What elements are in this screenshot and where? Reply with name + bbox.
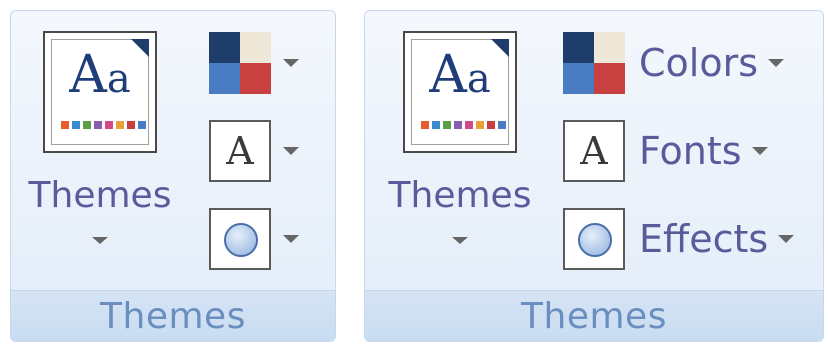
colors-button[interactable]: Colors <box>563 31 785 95</box>
swatch <box>454 121 462 129</box>
group-title: Themes <box>11 290 335 341</box>
effects-button[interactable] <box>209 207 299 271</box>
swatch <box>94 121 102 129</box>
themes-preview-text: Aa <box>69 45 131 105</box>
swatch <box>127 121 135 129</box>
chevron-down-icon <box>283 235 299 243</box>
chevron-down-icon <box>778 235 795 243</box>
swatch <box>138 121 146 129</box>
themes-preview-icon: Aa <box>43 31 157 153</box>
colors-button[interactable] <box>209 31 299 95</box>
swatch <box>116 121 124 129</box>
swatch <box>465 121 473 129</box>
fonts-button[interactable]: A <box>209 119 299 183</box>
themes-preview-icon: Aa <box>403 31 517 153</box>
chevron-down-icon <box>283 59 299 67</box>
theme-swatches <box>61 121 146 129</box>
effects-button[interactable]: Effects <box>563 207 795 271</box>
themes-preview-text: Aa <box>429 45 491 105</box>
themes-button[interactable]: Aa Themes <box>385 29 535 279</box>
swatch <box>476 121 484 129</box>
fonts-icon: A <box>209 120 271 182</box>
effects-icon <box>209 208 271 270</box>
swatch <box>498 121 506 129</box>
themes-group-expanded: Aa Themes Colors A Fonts Effects Themes <box>364 10 824 342</box>
themes-group-compact: Aa Themes A Themes <box>10 10 336 342</box>
effects-label: Effects <box>639 217 769 261</box>
fonts-label: Fonts <box>639 129 742 173</box>
effects-icon <box>563 208 625 270</box>
swatch <box>72 121 80 129</box>
themes-button[interactable]: Aa Themes <box>25 29 175 279</box>
chevron-down-icon <box>283 147 299 155</box>
swatch <box>61 121 69 129</box>
colors-icon <box>209 32 271 94</box>
swatch <box>83 121 91 129</box>
themes-button-label: Themes <box>388 175 532 216</box>
swatch <box>421 121 429 129</box>
theme-swatches <box>421 121 506 129</box>
swatch <box>432 121 440 129</box>
chevron-down-icon <box>751 147 768 155</box>
fonts-button[interactable]: A Fonts <box>563 119 768 183</box>
swatch <box>487 121 495 129</box>
chevron-down-icon <box>452 237 468 244</box>
colors-icon <box>563 32 625 94</box>
chevron-down-icon <box>768 59 785 67</box>
chevron-down-icon <box>92 237 108 244</box>
swatch <box>443 121 451 129</box>
swatch <box>105 121 113 129</box>
fonts-icon: A <box>563 120 625 182</box>
colors-label: Colors <box>639 41 759 85</box>
group-title: Themes <box>365 290 823 341</box>
themes-button-label: Themes <box>28 175 172 216</box>
